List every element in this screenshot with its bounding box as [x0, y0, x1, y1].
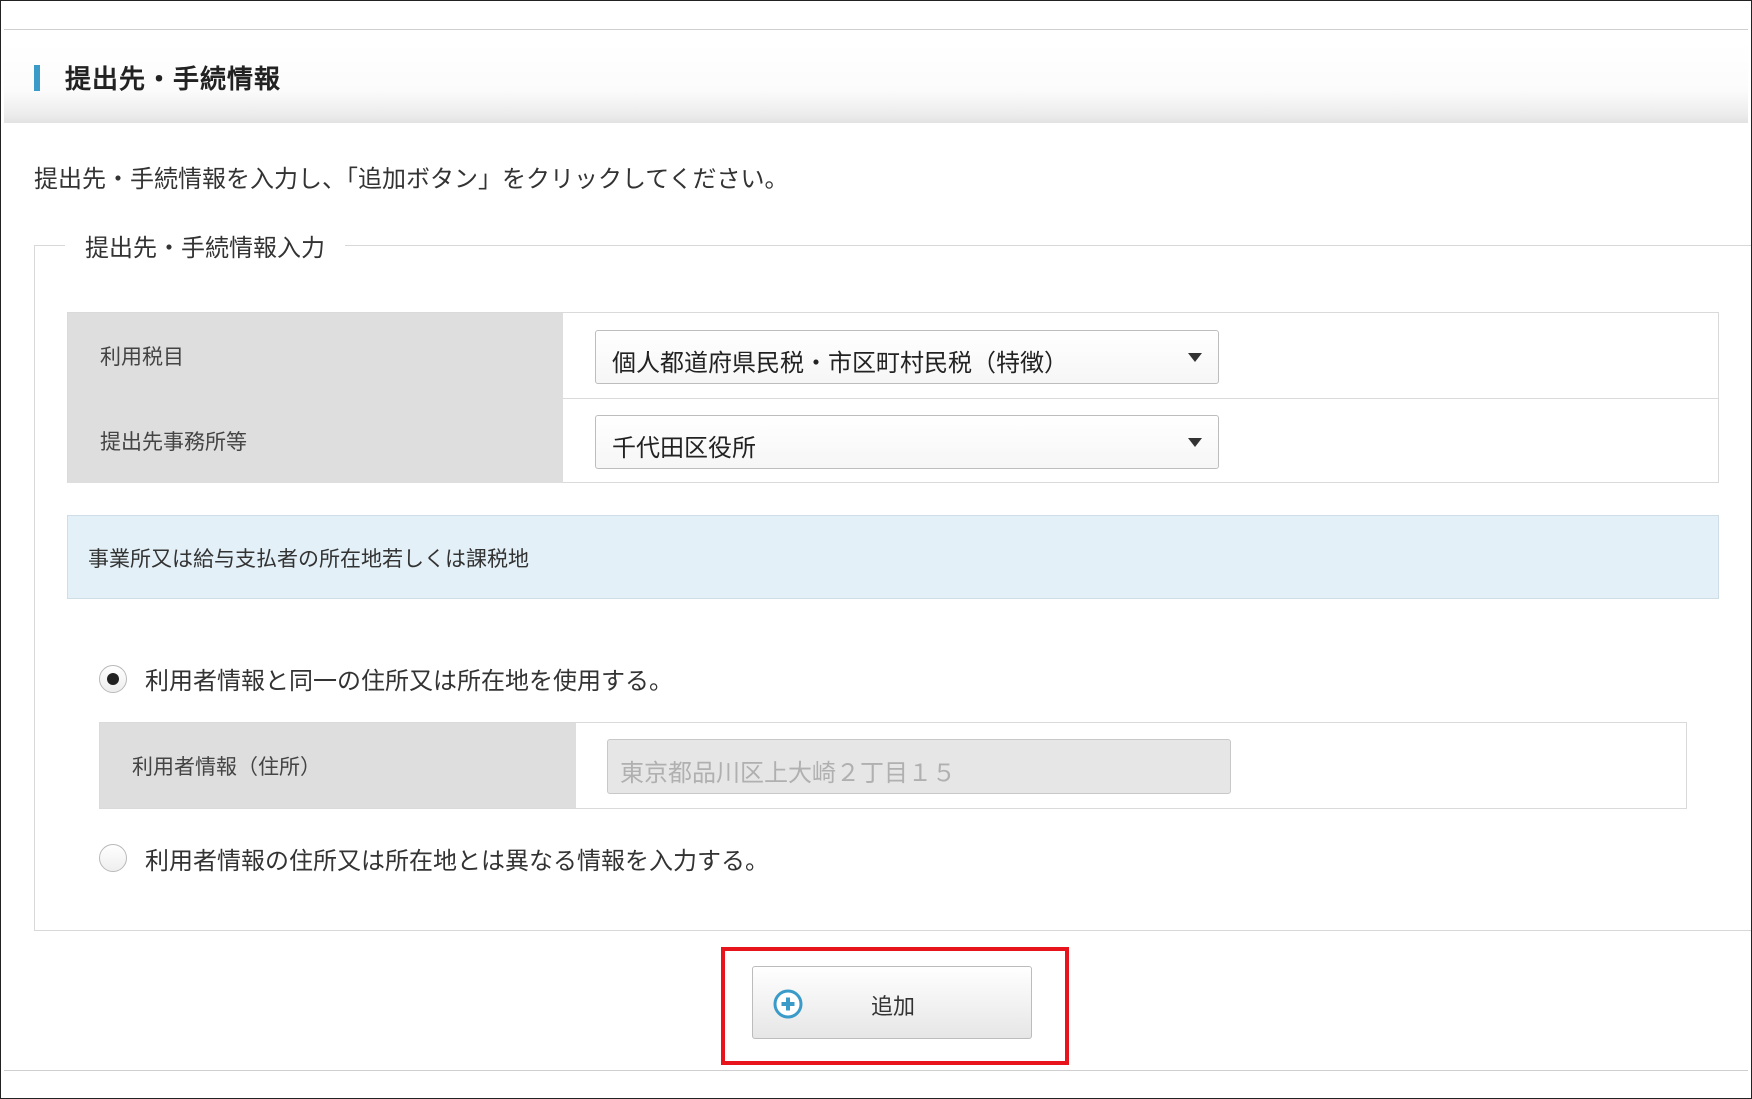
- add-button[interactable]: 追加: [752, 966, 1032, 1039]
- instruction-text: 提出先・手続情報を入力し、「追加ボタン」をクリックしてください。: [34, 165, 789, 193]
- radio-same-address-label[interactable]: 利用者情報と同一の住所又は所在地を使用する。: [145, 661, 673, 696]
- bottom-divider: [4, 1070, 1748, 1071]
- section-header: 提出先・手続情報: [4, 43, 1748, 123]
- tax-item-select[interactable]: 個人都道府県民税・市区町村民税（特徴）: [595, 330, 1219, 384]
- main-panel: 提出先・手続情報 提出先・手続情報を入力し、「追加ボタン」をクリックしてください…: [0, 0, 1752, 1099]
- plus-circle-icon: [773, 989, 803, 1019]
- tax-item-selected-value: 個人都道府県民税・市区町村民税（特徴）: [612, 349, 1068, 377]
- tax-item-row: 利用税目 個人都道府県民税・市区町村民税（特徴）: [68, 313, 1718, 399]
- caret-down-icon: [1188, 353, 1202, 362]
- submission-form-table: 利用税目 個人都道府県民税・市区町村民税（特徴） 提出先事務所等 千代田区役所: [67, 312, 1719, 483]
- user-address-table: 利用者情報（住所） 東京都品川区上大崎２丁目１５: [99, 722, 1687, 809]
- office-selected-value: 千代田区役所: [612, 434, 756, 462]
- office-row: 提出先事務所等 千代田区役所: [68, 398, 1718, 483]
- user-address-label: 利用者情報（住所）: [100, 723, 576, 808]
- top-divider: [4, 29, 1748, 30]
- radio-selected-dot: [107, 673, 119, 685]
- radio-different-address-label[interactable]: 利用者情報の住所又は所在地とは異なる情報を入力する。: [145, 841, 769, 876]
- location-heading-band: 事業所又は給与支払者の所在地若しくは課税地: [67, 515, 1719, 599]
- section-accent-bar: [34, 65, 40, 91]
- office-select[interactable]: 千代田区役所: [595, 415, 1219, 469]
- radio-same-address[interactable]: [99, 665, 127, 693]
- radio-different-address[interactable]: [99, 844, 127, 872]
- user-address-value: 東京都品川区上大崎２丁目１５: [620, 759, 956, 787]
- add-button-label: 追加: [871, 995, 916, 1020]
- fieldset-legend: 提出先・手続情報入力: [65, 228, 345, 263]
- user-address-field: 東京都品川区上大崎２丁目１５: [607, 739, 1231, 794]
- office-label: 提出先事務所等: [68, 398, 563, 483]
- caret-down-icon: [1188, 438, 1202, 447]
- tax-item-label: 利用税目: [68, 313, 563, 398]
- location-heading: 事業所又は給与支払者の所在地若しくは課税地: [88, 547, 529, 571]
- section-title: 提出先・手続情報: [65, 65, 282, 95]
